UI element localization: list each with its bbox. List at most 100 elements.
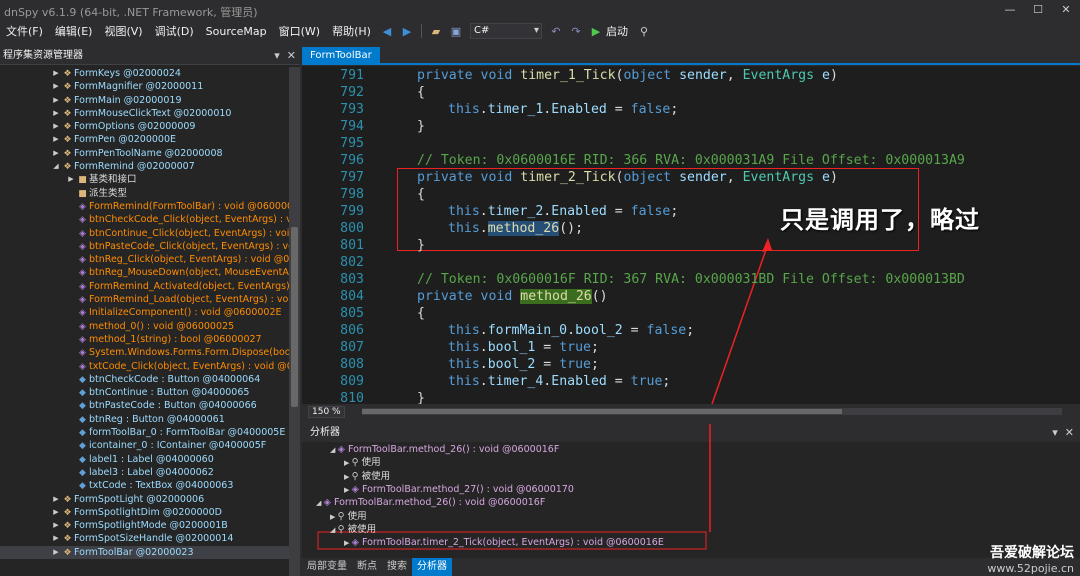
menu-sourcemap[interactable]: SourceMap [200,25,273,38]
redo-icon[interactable]: ↷ [568,23,584,39]
tab-analyzer[interactable]: 分析器 [412,558,452,576]
tree-scroll-thumb[interactable] [291,227,298,407]
tree-row[interactable]: ◈ btnReg_MouseDown(object, MouseEventArg [0,266,289,279]
tree-row[interactable]: ◈ FormRemind(FormToolBar) : void @0600002 [0,200,289,213]
expand-arrow-icon[interactable]: ▶ [52,133,60,146]
code-line[interactable]: } [417,119,425,134]
tree-row[interactable]: ◈ InitializeComponent() : void @0600002E [0,306,289,319]
tree-row[interactable]: ▶ ❖ FormPenToolName @02000008 [0,147,289,160]
expand-arrow-icon[interactable]: ▶ [52,147,60,160]
tree-row[interactable]: ◈ FormRemind_Activated(object, EventArgs)… [0,280,289,293]
analyzer-row[interactable]: ▶ ◈ FormToolBar.method_27() : void @0600… [344,483,574,496]
zoom-level[interactable]: 150 % [308,406,345,418]
tree-row[interactable]: ▶ ■ 基类和接口 [0,173,289,186]
expand-arrow-icon[interactable]: ▶ [67,173,75,186]
tree-row[interactable]: ◈ txtCode_Click(object, EventArgs) : void… [0,360,289,373]
tree-row[interactable]: ◆ txtCode : TextBox @04000063 [0,479,289,492]
analyzer-row[interactable]: ◢ ⚲ 被使用 [330,523,376,536]
undo-icon[interactable]: ↶ [548,23,564,39]
tree-row[interactable]: ▶ ❖ FormOptions @02000009 [0,120,289,133]
expand-arrow-icon[interactable]: ▶ [52,546,60,559]
tab-search[interactable]: 搜索 [382,558,412,576]
expand-arrow-icon[interactable]: ▶ [344,473,352,481]
panel-menu-icon[interactable]: ▾ [274,49,280,62]
start-button[interactable]: 启动 [606,23,634,39]
expand-arrow-icon[interactable]: ▶ [52,519,60,532]
code-line[interactable]: { [417,306,425,321]
expand-arrow-icon[interactable]: ▶ [52,120,60,133]
expand-arrow-icon[interactable]: ▶ [52,493,60,506]
tree-row[interactable]: ◢ ❖ FormRemind @02000007 [0,160,289,173]
tree-row[interactable]: ▶ ❖ FormSpotLight @02000006 [0,493,289,506]
language-select[interactable]: C# [469,23,542,39]
expand-arrow-icon[interactable]: ◢ [316,499,324,507]
tree-row[interactable]: ◈ method_0() : void @06000025 [0,320,289,333]
code-line[interactable]: private void timer_2_Tick(object sender,… [417,170,838,185]
tree-row[interactable]: ◈ btnCheckCode_Click(object, EventArgs) :… [0,213,289,226]
code-editor[interactable]: 只是调用了，略过 791 private void timer_1_Tick(ob… [302,66,1080,404]
tree-row[interactable]: ▶ ❖ FormSpotSizeHandle @02000014 [0,532,289,545]
code-line[interactable]: this.bool_1 = true; [448,340,599,355]
panel-close-icon[interactable]: ✕ [287,49,296,62]
analyzer-row[interactable]: ▶ ⚲ 使用 [330,510,367,523]
code-line[interactable]: this.timer_1.Enabled = false; [448,102,678,117]
tree-row[interactable]: ▶ ❖ FormMouseClickText @02000010 [0,107,289,120]
code-line[interactable]: } [417,391,425,404]
expand-arrow-icon[interactable]: ▶ [52,532,60,545]
code-line[interactable]: this.bool_2 = true; [448,357,599,372]
code-line[interactable]: { [417,85,425,100]
tree-row[interactable]: ◆ btnContinue : Button @04000065 [0,386,289,399]
code-line[interactable]: private void timer_1_Tick(object sender,… [417,68,838,83]
tree-row[interactable]: ▶ ❖ FormToolBar @02000023 [0,545,289,559]
code-line[interactable]: } [417,238,425,253]
search-icon[interactable]: ⚲ [636,23,652,39]
panel-close-icon[interactable]: ✕ [1065,426,1074,439]
expand-arrow-icon[interactable]: ▶ [52,506,60,519]
tree-row[interactable]: ▶ ❖ FormSpotlightMode @0200001B [0,519,289,532]
start-icon[interactable]: ▶ [588,23,604,39]
tab-breakpoints[interactable]: 断点 [352,558,382,576]
code-line[interactable]: this.timer_2.Enabled = false; [448,204,678,219]
tree-row[interactable]: ■ 派生类型 [0,187,289,200]
menu-view[interactable]: 视图(V) [98,23,148,39]
tab-formtoolbar[interactable]: FormToolBar [302,47,380,65]
code-line[interactable]: this.formMain_0.bool_2 = false; [448,323,694,338]
editor-hscrollbar[interactable] [362,408,1062,415]
close-button[interactable]: ✕ [1052,0,1080,20]
expand-arrow-icon[interactable]: ◢ [330,446,338,454]
expand-arrow-icon[interactable]: ▶ [344,539,352,547]
save-all-icon[interactable]: ▣ [448,23,464,39]
tree-row[interactable]: ▶ ❖ FormSpotlightDim @0200000D [0,506,289,519]
tree-row[interactable]: ◈ btnContinue_Click(object, EventArgs) : … [0,227,289,240]
tree-row[interactable]: ▶ ❖ FormKeys @02000024 [0,67,289,80]
tree-row[interactable]: ◈ System.Windows.Forms.Form.Dispose(bool) [0,346,289,359]
tree-row[interactable]: ◈ method_1(string) : bool @06000027 [0,333,289,346]
tree-row[interactable]: ▶ ❖ FormMain @02000019 [0,94,289,107]
menu-debug[interactable]: 调试(D) [149,23,200,39]
tree-row[interactable]: ◈ FormRemind_Load(object, EventArgs) : vo… [0,293,289,306]
expand-arrow-icon[interactable]: ▶ [330,513,338,521]
tree-row[interactable]: ◆ label3 : Label @04000062 [0,466,289,479]
tree-row[interactable]: ▶ ❖ FormPen @0200000E [0,133,289,146]
code-line[interactable]: // Token: 0x0600016E RID: 366 RVA: 0x000… [417,153,965,168]
maximize-button[interactable]: ☐ [1024,0,1052,20]
tree-row[interactable]: ◈ btnPasteCode_Click(object, EventArgs) :… [0,240,289,253]
back-icon[interactable]: ◀ [379,23,395,39]
menu-edit[interactable]: 编辑(E) [49,23,99,39]
tree-row[interactable]: ◆ btnPasteCode : Button @04000066 [0,399,289,412]
expand-arrow-icon[interactable]: ▶ [52,67,60,80]
analyzer-row[interactable]: ▶ ◈ FormToolBar.timer_2_Tick(object, Eve… [344,536,664,549]
analyzer-row[interactable]: ◢ ◈ FormToolBar.method_26() : void @0600… [316,496,545,509]
expand-arrow-icon[interactable]: ◢ [330,526,338,534]
expand-arrow-icon[interactable]: ▶ [52,80,60,93]
assembly-tree[interactable]: ▶ ❖ FormKeys @02000024 ▶ ❖ FormMagnifier @020… [0,67,289,576]
tree-scrollbar[interactable] [289,67,300,576]
code-line[interactable]: private void method_26() [417,289,608,304]
menu-file[interactable]: 文件(F) [0,23,49,39]
editor-hscroll-thumb[interactable] [362,409,842,414]
expand-arrow-icon[interactable]: ▶ [52,107,60,120]
menu-window[interactable]: 窗口(W) [273,23,326,39]
code-line[interactable]: // Token: 0x0600016F RID: 367 RVA: 0x000… [417,272,965,287]
panel-menu-icon[interactable]: ▾ [1052,426,1058,439]
tree-row[interactable]: ◆ btnCheckCode : Button @04000064 [0,373,289,386]
